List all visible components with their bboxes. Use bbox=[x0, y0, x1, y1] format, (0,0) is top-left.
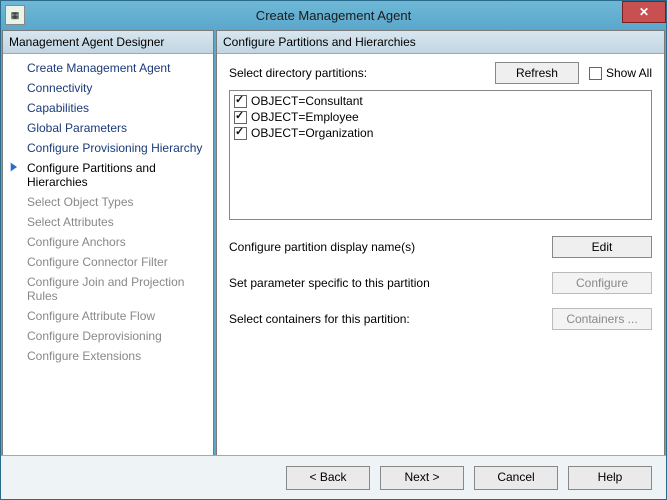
next-button[interactable]: Next > bbox=[380, 466, 464, 490]
close-button[interactable]: ✕ bbox=[622, 1, 666, 23]
partitions-listbox[interactable]: OBJECT=Consultant OBJECT=Employee OBJECT=O… bbox=[229, 90, 652, 220]
nav-item[interactable]: Create Management Agent bbox=[3, 58, 213, 78]
nav-item: Configure Attribute Flow bbox=[3, 306, 213, 326]
nav-item: Configure Connector Filter bbox=[3, 252, 213, 272]
cancel-button[interactable]: Cancel bbox=[474, 466, 558, 490]
wizard-footer: < Back Next > Cancel Help bbox=[1, 455, 666, 499]
config-row: Select containers for this partition:Con… bbox=[229, 308, 652, 330]
checkbox-icon bbox=[234, 95, 247, 108]
config-row: Set parameter specific to this partition… bbox=[229, 272, 652, 294]
partition-item[interactable]: OBJECT=Employee bbox=[232, 109, 649, 125]
refresh-button[interactable]: Refresh bbox=[495, 62, 579, 84]
main-panel: Configure Partitions and Hierarchies Sel… bbox=[216, 30, 665, 498]
config-label: Set parameter specific to this partition bbox=[229, 276, 552, 290]
partition-item[interactable]: OBJECT=Consultant bbox=[232, 93, 649, 109]
config-button: Containers ... bbox=[552, 308, 652, 330]
nav-item: Configure Anchors bbox=[3, 232, 213, 252]
select-partitions-label: Select directory partitions: bbox=[229, 66, 485, 80]
config-label: Select containers for this partition: bbox=[229, 312, 552, 326]
partition-label: OBJECT=Employee bbox=[251, 110, 359, 124]
checkbox-icon bbox=[589, 67, 602, 80]
nav-item[interactable]: Connectivity bbox=[3, 78, 213, 98]
titlebar: ▦ Create Management Agent ✕ bbox=[1, 1, 666, 29]
nav-item[interactable]: Configure Provisioning Hierarchy bbox=[3, 138, 213, 158]
app-icon: ▦ bbox=[5, 5, 25, 25]
nav-item[interactable]: Capabilities bbox=[3, 98, 213, 118]
sidebar-header: Management Agent Designer bbox=[3, 31, 213, 54]
help-button[interactable]: Help bbox=[568, 466, 652, 490]
wizard-sidebar: Management Agent Designer Create Managem… bbox=[2, 30, 214, 498]
window-title: Create Management Agent bbox=[256, 8, 411, 23]
show-all-label: Show All bbox=[606, 66, 652, 80]
nav-item[interactable]: Global Parameters bbox=[3, 118, 213, 138]
partition-item[interactable]: OBJECT=Organization bbox=[232, 125, 649, 141]
nav-item[interactable]: Configure Partitions and Hierarchies bbox=[3, 158, 213, 192]
back-button[interactable]: < Back bbox=[286, 466, 370, 490]
config-button[interactable]: Edit bbox=[552, 236, 652, 258]
partition-label: OBJECT=Consultant bbox=[251, 94, 363, 108]
config-label: Configure partition display name(s) bbox=[229, 240, 552, 254]
checkbox-icon bbox=[234, 127, 247, 140]
nav-item: Configure Extensions bbox=[3, 346, 213, 366]
config-button: Configure bbox=[552, 272, 652, 294]
nav-item: Configure Join and Projection Rules bbox=[3, 272, 213, 306]
checkbox-icon bbox=[234, 111, 247, 124]
show-all-checkbox[interactable]: Show All bbox=[589, 66, 652, 80]
nav-item: Select Attributes bbox=[3, 212, 213, 232]
close-icon: ✕ bbox=[639, 5, 649, 19]
partition-label: OBJECT=Organization bbox=[251, 126, 373, 140]
nav-item: Configure Deprovisioning bbox=[3, 326, 213, 346]
config-row: Configure partition display name(s)Edit bbox=[229, 236, 652, 258]
nav-item: Select Object Types bbox=[3, 192, 213, 212]
main-header: Configure Partitions and Hierarchies bbox=[217, 31, 664, 54]
